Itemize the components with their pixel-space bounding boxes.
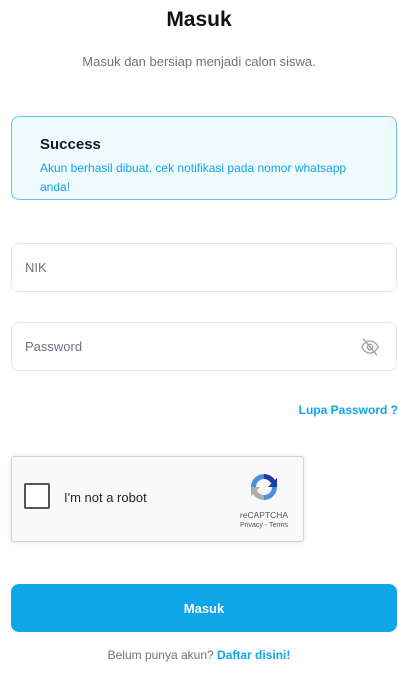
alert-message: Akun berhasil dibuat. cek notifikasi pad… xyxy=(40,161,347,194)
recaptcha-logo-icon xyxy=(251,474,277,500)
page-title: Masuk xyxy=(166,8,232,31)
password-input[interactable] xyxy=(12,323,396,370)
success-alert: Success Akun berhasil dibuat. cek notifi… xyxy=(11,116,397,200)
register-prompt-text: Belum punya akun? xyxy=(107,648,214,662)
recaptcha-checkbox[interactable] xyxy=(24,483,50,509)
recaptcha-widget: I'm not a robot reCAPTCHA Privacy - Term… xyxy=(11,456,304,542)
eye-slash-icon[interactable] xyxy=(360,338,380,356)
recaptcha-label: I'm not a robot xyxy=(64,490,147,505)
recaptcha-privacy-terms[interactable]: Privacy - Terms xyxy=(226,522,302,529)
register-link[interactable]: Daftar disini! xyxy=(217,648,290,662)
alert-title: Success xyxy=(40,136,101,153)
page-subtitle: Masuk dan bersiap menjadi calon siswa. xyxy=(82,54,316,69)
password-field xyxy=(11,322,397,371)
login-page: Masuk Masuk dan bersiap menjadi calon si… xyxy=(0,0,398,691)
forgot-password-link[interactable]: Lupa Password ? xyxy=(299,403,398,417)
nik-field xyxy=(11,243,397,292)
login-button[interactable]: Masuk xyxy=(11,584,397,632)
nik-input[interactable] xyxy=(12,244,396,291)
register-prompt: Belum punya akun? Daftar disini! xyxy=(0,648,398,662)
recaptcha-brand: reCAPTCHA xyxy=(239,510,289,520)
